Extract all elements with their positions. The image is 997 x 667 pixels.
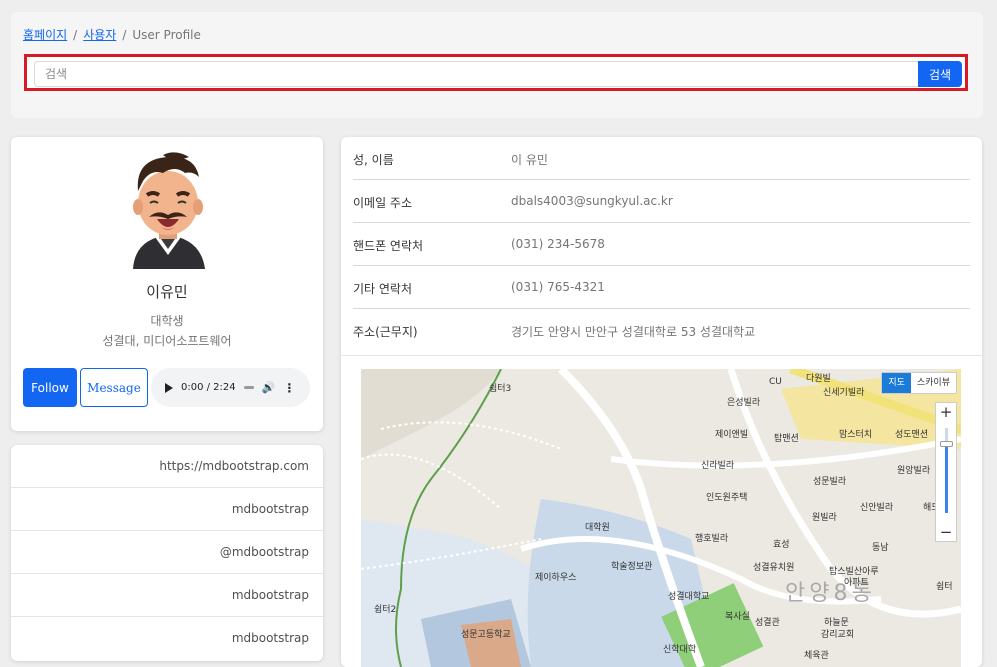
map-label: 효성 — [773, 540, 790, 550]
info-key: 기타 연락처 — [353, 282, 413, 296]
map-label: 인도원주택 — [706, 493, 748, 503]
map-label: 신안빌라 — [860, 503, 894, 513]
search-bar: 검색 — [24, 54, 968, 91]
map-label: 성도맨션 — [895, 430, 929, 440]
header-card: 홈페이지 / 사용자 / User Profile 검색 — [11, 12, 983, 118]
info-value: 경기도 안양시 만안구 성결대학로 53 성결대학교 — [511, 325, 756, 339]
info-row-address: 주소(근무지) 경기도 안양시 만안구 성결대학로 53 성결대학교 — [353, 309, 970, 352]
map-label: 복사실 — [725, 612, 750, 622]
map-label: 신학대학 — [663, 645, 697, 655]
map-label: 학술정보관 — [611, 562, 653, 572]
map-label: 맘스터치 — [839, 430, 873, 440]
info-value: dbals4003@sungkyul.ac.kr — [511, 194, 673, 208]
info-key: 이메일 주소 — [353, 196, 413, 210]
info-card: 성, 이름 이 유민 이메일 주소 dbals4003@sungkyul.ac.… — [341, 137, 982, 667]
profile-school: 성결대, 미디어소프트웨어 — [102, 334, 232, 348]
map-label: CU — [769, 377, 782, 387]
map-label: 안양8동 — [785, 581, 876, 606]
map-type-map[interactable]: 지도 — [882, 373, 911, 393]
map-label: 행호빌라 — [695, 534, 729, 544]
map-canvas — [361, 369, 961, 667]
divider — [341, 355, 982, 356]
breadcrumb-separator: / — [122, 28, 127, 42]
breadcrumb-current: User Profile — [132, 28, 201, 42]
breadcrumb-separator: / — [73, 28, 78, 42]
info-key: 주소(근무지) — [353, 325, 418, 339]
map-label: 성결유치원 — [753, 563, 795, 573]
map-label: 감리교회 — [821, 630, 855, 640]
map-zoom-control: + − — [935, 402, 957, 542]
map-label: 다원빌 — [806, 374, 831, 384]
map-label: 신라빌라 — [701, 461, 735, 471]
map-label: 성문빌라 — [813, 477, 847, 487]
profile-role: 대학생 — [150, 314, 184, 328]
info-value: (031) 234-5678 — [511, 237, 605, 251]
volume-icon[interactable]: 🔊 — [262, 381, 276, 394]
map-type-skyview[interactable]: 스카이뷰 — [911, 373, 956, 393]
map-label: 탑맨션 — [774, 434, 799, 444]
map-label: 원빌라 — [812, 513, 837, 523]
zoom-handle[interactable] — [940, 441, 953, 447]
breadcrumb: 홈페이지 / 사용자 / User Profile — [23, 26, 201, 43]
map-label: 성결대학교 — [668, 592, 710, 602]
more-options-icon[interactable]: ⋮ — [283, 381, 295, 395]
info-row-name: 성, 이름 이 유민 — [353, 137, 970, 180]
map-label: 쉼터3 — [489, 384, 512, 394]
map[interactable]: 쉼터3 CU 다원빌 신세기빌라 은성빌라 제이앤빌 탑맨션 맘스터치 성도맨션… — [361, 369, 961, 667]
info-key: 성, 이름 — [353, 153, 394, 167]
audio-time: 0:00 / 2:24 — [181, 382, 236, 393]
links-list: https://mdbootstrap.com mdbootstrap @mdb… — [11, 445, 323, 661]
profile-name: 이유민 — [146, 283, 188, 301]
profile-card: 이유민 대학생 성결대, 미디어소프트웨어 Follow Message 0:0… — [11, 137, 323, 431]
search-input[interactable] — [34, 61, 919, 87]
list-item[interactable]: https://mdbootstrap.com — [11, 445, 323, 488]
zoom-level-fill — [945, 445, 948, 513]
breadcrumb-home[interactable]: 홈페이지 — [23, 28, 67, 42]
audio-player: 0:00 / 2:24 🔊 ⋮ — [151, 368, 310, 407]
map-label: 쉼터2 — [374, 605, 397, 615]
map-label: 신세기빌라 — [823, 388, 865, 398]
map-label: 제이앤빌 — [715, 430, 749, 440]
list-item[interactable]: @mdbootstrap — [11, 531, 323, 574]
info-key: 핸드폰 연락처 — [353, 239, 424, 253]
info-value: (031) 765-4321 — [511, 280, 605, 294]
message-button[interactable]: Message — [80, 368, 148, 407]
list-item[interactable]: mdbootstrap — [11, 617, 323, 660]
zoom-in-button[interactable]: + — [936, 403, 956, 421]
map-label: 은성빌라 — [727, 398, 761, 408]
zoom-out-button[interactable]: − — [936, 523, 956, 541]
map-type-toggle: 지도 스카이뷰 — [881, 372, 957, 394]
play-icon[interactable] — [165, 382, 173, 393]
info-row-other-phone: 기타 연락처 (031) 765-4321 — [353, 266, 970, 309]
map-label: 성결관 — [755, 618, 780, 628]
map-label: 제이하우스 — [535, 573, 577, 583]
search-button[interactable]: 검색 — [918, 61, 962, 87]
list-item[interactable]: mdbootstrap — [11, 488, 323, 531]
info-row-email: 이메일 주소 dbals4003@sungkyul.ac.kr — [353, 180, 970, 223]
map-label: 동남 — [872, 543, 889, 553]
map-label: 쉼터 — [936, 582, 953, 592]
info-value: 이 유민 — [511, 153, 548, 167]
follow-button[interactable]: Follow — [23, 368, 77, 407]
info-row-phone: 핸드폰 연락처 (031) 234-5678 — [353, 223, 970, 266]
map-label: 원앙빌라 — [897, 466, 931, 476]
avatar — [133, 152, 205, 269]
audio-progress[interactable] — [243, 386, 254, 389]
breadcrumb-users[interactable]: 사용자 — [83, 28, 116, 42]
map-label: 대학원 — [585, 523, 610, 533]
map-label: 체육관 — [804, 651, 829, 661]
list-item[interactable]: mdbootstrap — [11, 574, 323, 617]
map-label: 성문고등학교 — [461, 630, 511, 640]
